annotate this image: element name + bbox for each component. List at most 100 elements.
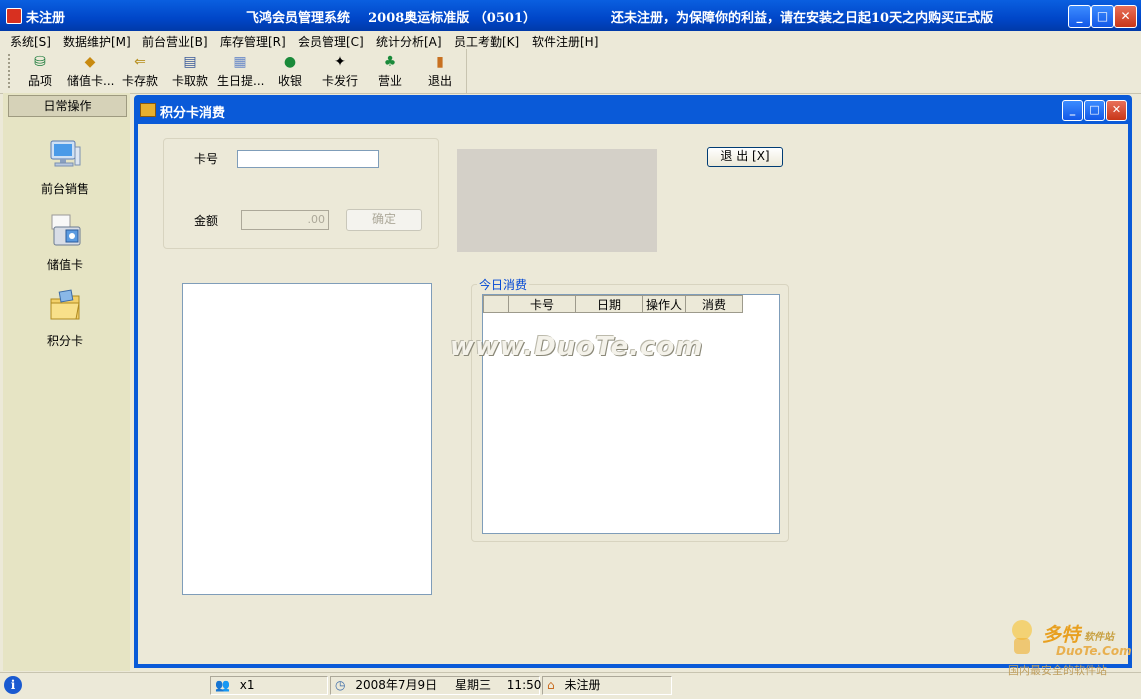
minimize-icon: _ [1069, 103, 1076, 116]
app-icon[interactable] [6, 8, 22, 24]
left-panel: 日常操作 前台销售 储值卡 积分卡 [3, 93, 130, 671]
child-minimize-button[interactable]: _ [1062, 100, 1083, 121]
toolbar-card-withdraw-button[interactable]: ▤ 卡取款 [167, 52, 213, 90]
status-cell-datetime: ◷ 2008年7月9日 星期三 11:50 [330, 676, 542, 695]
sidebar-item-label: 前台销售 [40, 182, 89, 196]
toolbar-label: 储值卡... [67, 74, 115, 88]
maximize-button[interactable]: □ [1091, 5, 1114, 28]
toolbar-stored-card-button[interactable]: ◆ 储值卡... [67, 52, 115, 90]
card-number-input[interactable] [237, 150, 379, 168]
toolbar-label: 品项 [27, 74, 52, 88]
folder-icon [50, 289, 80, 320]
mascot-icon [1012, 620, 1032, 654]
child-maximize-button[interactable]: □ [1084, 100, 1105, 121]
main-title-bar[interactable]: 未注册 飞鸿会员管理系统 2008奥运标准版 （0501） 还未注册，为保障你的… [0, 0, 1141, 31]
sidebar-item-stored-card[interactable]: 储值卡 [17, 213, 113, 273]
card-number-label: 卡号 [194, 152, 219, 166]
close-icon: ✕ [1111, 103, 1122, 116]
toolbar-items-button[interactable]: ⛁ 品项 [17, 52, 63, 90]
duote-brand: 多特 [1042, 624, 1081, 646]
sidebar-item-label: 储值卡 [46, 258, 83, 272]
toolbar-label: 营业 [377, 74, 402, 88]
confirm-button[interactable]: 确定 [346, 209, 422, 231]
exit-door-icon: ▮ [436, 54, 444, 70]
palm-tree-icon: ♣ [383, 54, 397, 70]
card-reader-icon [51, 214, 81, 246]
birthday-icon: ▦ [233, 54, 247, 70]
toolbar-label: 卡取款 [171, 74, 208, 88]
sidebar-item-front-sales[interactable]: 前台销售 [17, 137, 113, 197]
menu-attendance[interactable]: 员工考勤[K] [454, 33, 519, 50]
toolbar-exit-button[interactable]: ▮ 退出 [417, 52, 463, 90]
duote-brand-sub: 软件站 [1084, 632, 1114, 643]
watermark-text: www.DuoTe.com [450, 332, 704, 362]
member-info-list[interactable] [182, 283, 432, 595]
toolbar-business-button[interactable]: ♣ 营业 [367, 52, 413, 90]
status-user: x1 [239, 678, 255, 692]
maximize-icon: □ [1096, 9, 1109, 23]
toolbar-card-issue-button[interactable]: ✦ 卡发行 [317, 52, 363, 90]
toolbar-label: 卡存款 [121, 74, 158, 88]
menu-system[interactable]: 系统[S] [10, 33, 51, 50]
member-photo-area [457, 149, 657, 252]
toolbar-cashier-button[interactable]: ● 收银 [267, 52, 313, 90]
menu-statistics[interactable]: 统计分析[A] [376, 33, 442, 50]
minimize-button[interactable]: _ [1068, 5, 1091, 28]
grid-header-card-number[interactable]: 卡号 [508, 295, 576, 313]
clock-icon: ◷ [335, 678, 346, 692]
amount-label: 金额 [194, 214, 219, 228]
sidebar-item-label: 积分卡 [46, 334, 83, 348]
money-bag-icon: ● [283, 54, 297, 70]
toolbar-birthday-button[interactable]: ▦ 生日提... [217, 52, 265, 90]
duote-slogan: 国内最安全的软件站 [1008, 664, 1107, 677]
grid-header-date[interactable]: 日期 [575, 295, 643, 313]
status-registration: 未注册 [564, 678, 601, 692]
status-cell-main [2, 676, 208, 695]
sidebar-item-points-card[interactable]: 积分卡 [17, 289, 113, 349]
toolbar-label: 生日提... [217, 74, 265, 88]
menu-member-management[interactable]: 会员管理[C] [298, 33, 364, 50]
child-close-button[interactable]: ✕ [1106, 100, 1127, 121]
exit-button[interactable]: 退 出 [X] [707, 147, 783, 167]
left-panel-header[interactable]: 日常操作 [8, 95, 127, 117]
status-time: 11:50 [506, 678, 542, 692]
toolbar-label: 退出 [427, 74, 452, 88]
today-consumption-grid[interactable] [482, 294, 780, 534]
child-client-area: 卡号 金额 .00 确定 退 出 [X] 今日消费 卡号 日期 操作人 消费 w… [138, 124, 1128, 664]
users-icon: 👥 [215, 678, 230, 692]
status-date: 2008年7月9日 [355, 678, 438, 692]
menu-front-business[interactable]: 前台营业[B] [142, 33, 208, 50]
grid-header-consumption[interactable]: 消费 [685, 295, 743, 313]
toolbar-separator [466, 49, 467, 93]
today-consumption-legend: 今日消费 [477, 276, 530, 293]
grid-header-operator[interactable]: 操作人 [642, 295, 686, 313]
duote-corner-logo: 多特 软件站 DuoTe.Com 国内最安全的软件站 [1006, 616, 1138, 696]
grid-header-blank[interactable] [483, 295, 509, 313]
child-title-bar[interactable]: 积分卡消费 _ □ ✕ [134, 95, 1132, 123]
points-card-consume-window: 积分卡消费 _ □ ✕ 卡号 金额 .00 确定 退 出 [X] 今日消费 卡号… [134, 95, 1132, 668]
minimize-icon: _ [1076, 9, 1083, 23]
status-cell-user: 👥 x1 [210, 676, 328, 695]
runner-icon: ✦ [334, 54, 346, 70]
duote-url: DuoTe.Com [1056, 644, 1132, 658]
home-icon: ⌂ [547, 678, 555, 692]
card-window-icon [140, 103, 156, 117]
close-button[interactable]: ✕ [1114, 5, 1137, 28]
menu-data-maintenance[interactable]: 数据维护[M] [63, 33, 131, 50]
database-icon: ⛁ [34, 54, 46, 70]
status-cell-registration: ⌂ 未注册 [542, 676, 672, 695]
computer-icon [50, 140, 81, 167]
menu-bar: 系统[S] 数据维护[M] 前台营业[B] 库存管理[R] 会员管理[C] 统计… [0, 31, 1141, 49]
box-icon: ◆ [84, 54, 96, 70]
toolbar-card-deposit-button[interactable]: ⇐ 卡存款 [117, 52, 163, 90]
status-weekday: 星期三 [454, 678, 491, 692]
registration-notice: 还未注册，为保障你的利益，请在安装之日起10天之内购买正式版 [611, 11, 994, 26]
toolbar-label: 收银 [277, 74, 302, 88]
card-deposit-icon: ⇐ [134, 54, 146, 70]
menu-registration[interactable]: 软件注册[H] [532, 33, 598, 50]
toolbar-grip[interactable] [8, 54, 13, 88]
amount-field[interactable]: .00 [241, 210, 329, 230]
menu-inventory[interactable]: 库存管理[R] [220, 33, 286, 50]
maximize-icon: □ [1089, 103, 1100, 116]
toolbar: ⛁ 品项 ◆ 储值卡... ⇐ 卡存款 ▤ 卡取款 ▦ 生日提... ● 收银 … [0, 49, 1141, 94]
